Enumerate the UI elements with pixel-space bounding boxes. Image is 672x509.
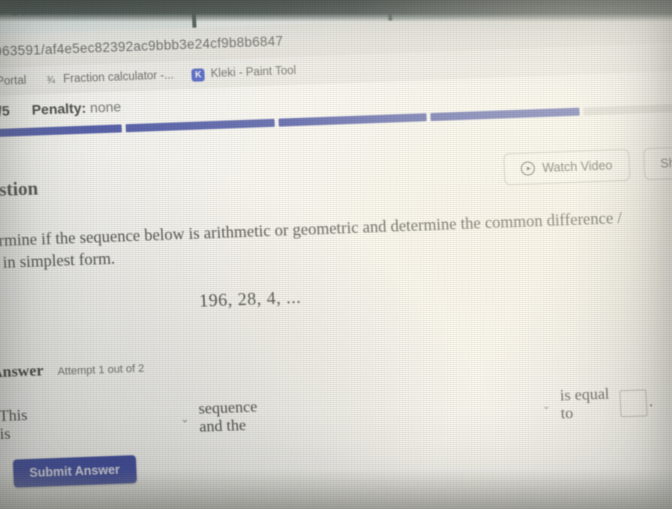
watch-video-button[interactable]: Watch Video — [503, 148, 631, 186]
tab-close-icon[interactable]: × — [369, 0, 377, 6]
answer-text-prefix: This is — [0, 407, 28, 444]
kleki-icon: K — [191, 67, 206, 82]
bookmark-portal[interactable]: er | Portal — [0, 75, 27, 89]
answer-text-suffix: is equal to — [559, 385, 610, 423]
tab-close-icon[interactable]: × — [174, 0, 182, 13]
question-prompt: Determine if the sequence below is arith… — [0, 208, 623, 273]
bookmark-kleki[interactable]: K Kleki - Paint Tool — [191, 64, 297, 82]
globe-favicon-icon — [401, 0, 415, 4]
score-label: ore: 4/5 — [0, 102, 11, 120]
answer-text-middle: sequence and the — [198, 398, 258, 436]
sequence-expression: 196, 28, 4, ... — [198, 286, 302, 311]
watch-video-label: Watch Video — [541, 158, 613, 176]
url-text[interactable]: 59/23963591/af4e5ec82392ac9bbb3e24cf9b8b… — [0, 33, 284, 60]
bookmark-label: er | Portal — [0, 74, 27, 89]
penalty-status: Penalty: none — [31, 98, 121, 117]
bookmark-label: Fraction calculator -... — [62, 69, 175, 86]
screen-photo: DeltaMath Student Application × DeltaMat… — [0, 0, 672, 509]
penalty-label: Penalty: — [31, 99, 87, 118]
show-example-button[interactable]: Show Example — [642, 144, 672, 181]
chevron-down-icon: ⌄ — [541, 400, 551, 412]
bookmark-label: Kleki - Paint Tool — [210, 64, 297, 81]
question-action-buttons: Watch Video Show Example — [503, 144, 672, 186]
submit-answer-button[interactable]: Submit Answer — [12, 455, 137, 488]
play-circle-icon — [520, 161, 536, 176]
answer-header: Answer Attempt 1 out of 2 — [0, 359, 145, 383]
window-close-icon[interactable]: × — [668, 0, 672, 5]
penalty-value: none — [89, 98, 122, 116]
deltamath-page: ore: 4/5 Penalty: none Question Watch Vi… — [0, 69, 672, 509]
chevron-down-icon: ⌄ — [180, 413, 190, 425]
progress-segment — [0, 123, 122, 138]
fraction-icon: ¾ — [46, 74, 56, 86]
question-heading: Question — [0, 178, 39, 203]
tab-title: New Tab — [422, 0, 471, 3]
answer-heading: Answer — [0, 362, 44, 382]
property-select[interactable]: ⌄ — [290, 395, 555, 427]
answer-value-input[interactable] — [619, 388, 648, 417]
deltamath-favicon-icon — [205, 0, 219, 11]
bookmark-fraction-calculator[interactable]: ¾ Fraction calculator -... — [44, 69, 174, 87]
sequence-type-select[interactable]: ⌄ — [39, 408, 194, 436]
tab-title: DeltaMath Student Application — [10, 0, 161, 19]
browser-window: DeltaMath Student Application × DeltaMat… — [0, 0, 672, 509]
deltamath-favicon-icon — [0, 5, 3, 18]
show-example-label: Show Example — [660, 154, 672, 171]
answer-period: . — [648, 393, 654, 411]
tab-title: DeltaMath Student Application — [226, 0, 356, 11]
answer-input-row: This is ⌄ sequence and the ⌄ is equal to… — [0, 384, 654, 444]
attempt-counter: Attempt 1 out of 2 — [57, 362, 145, 378]
